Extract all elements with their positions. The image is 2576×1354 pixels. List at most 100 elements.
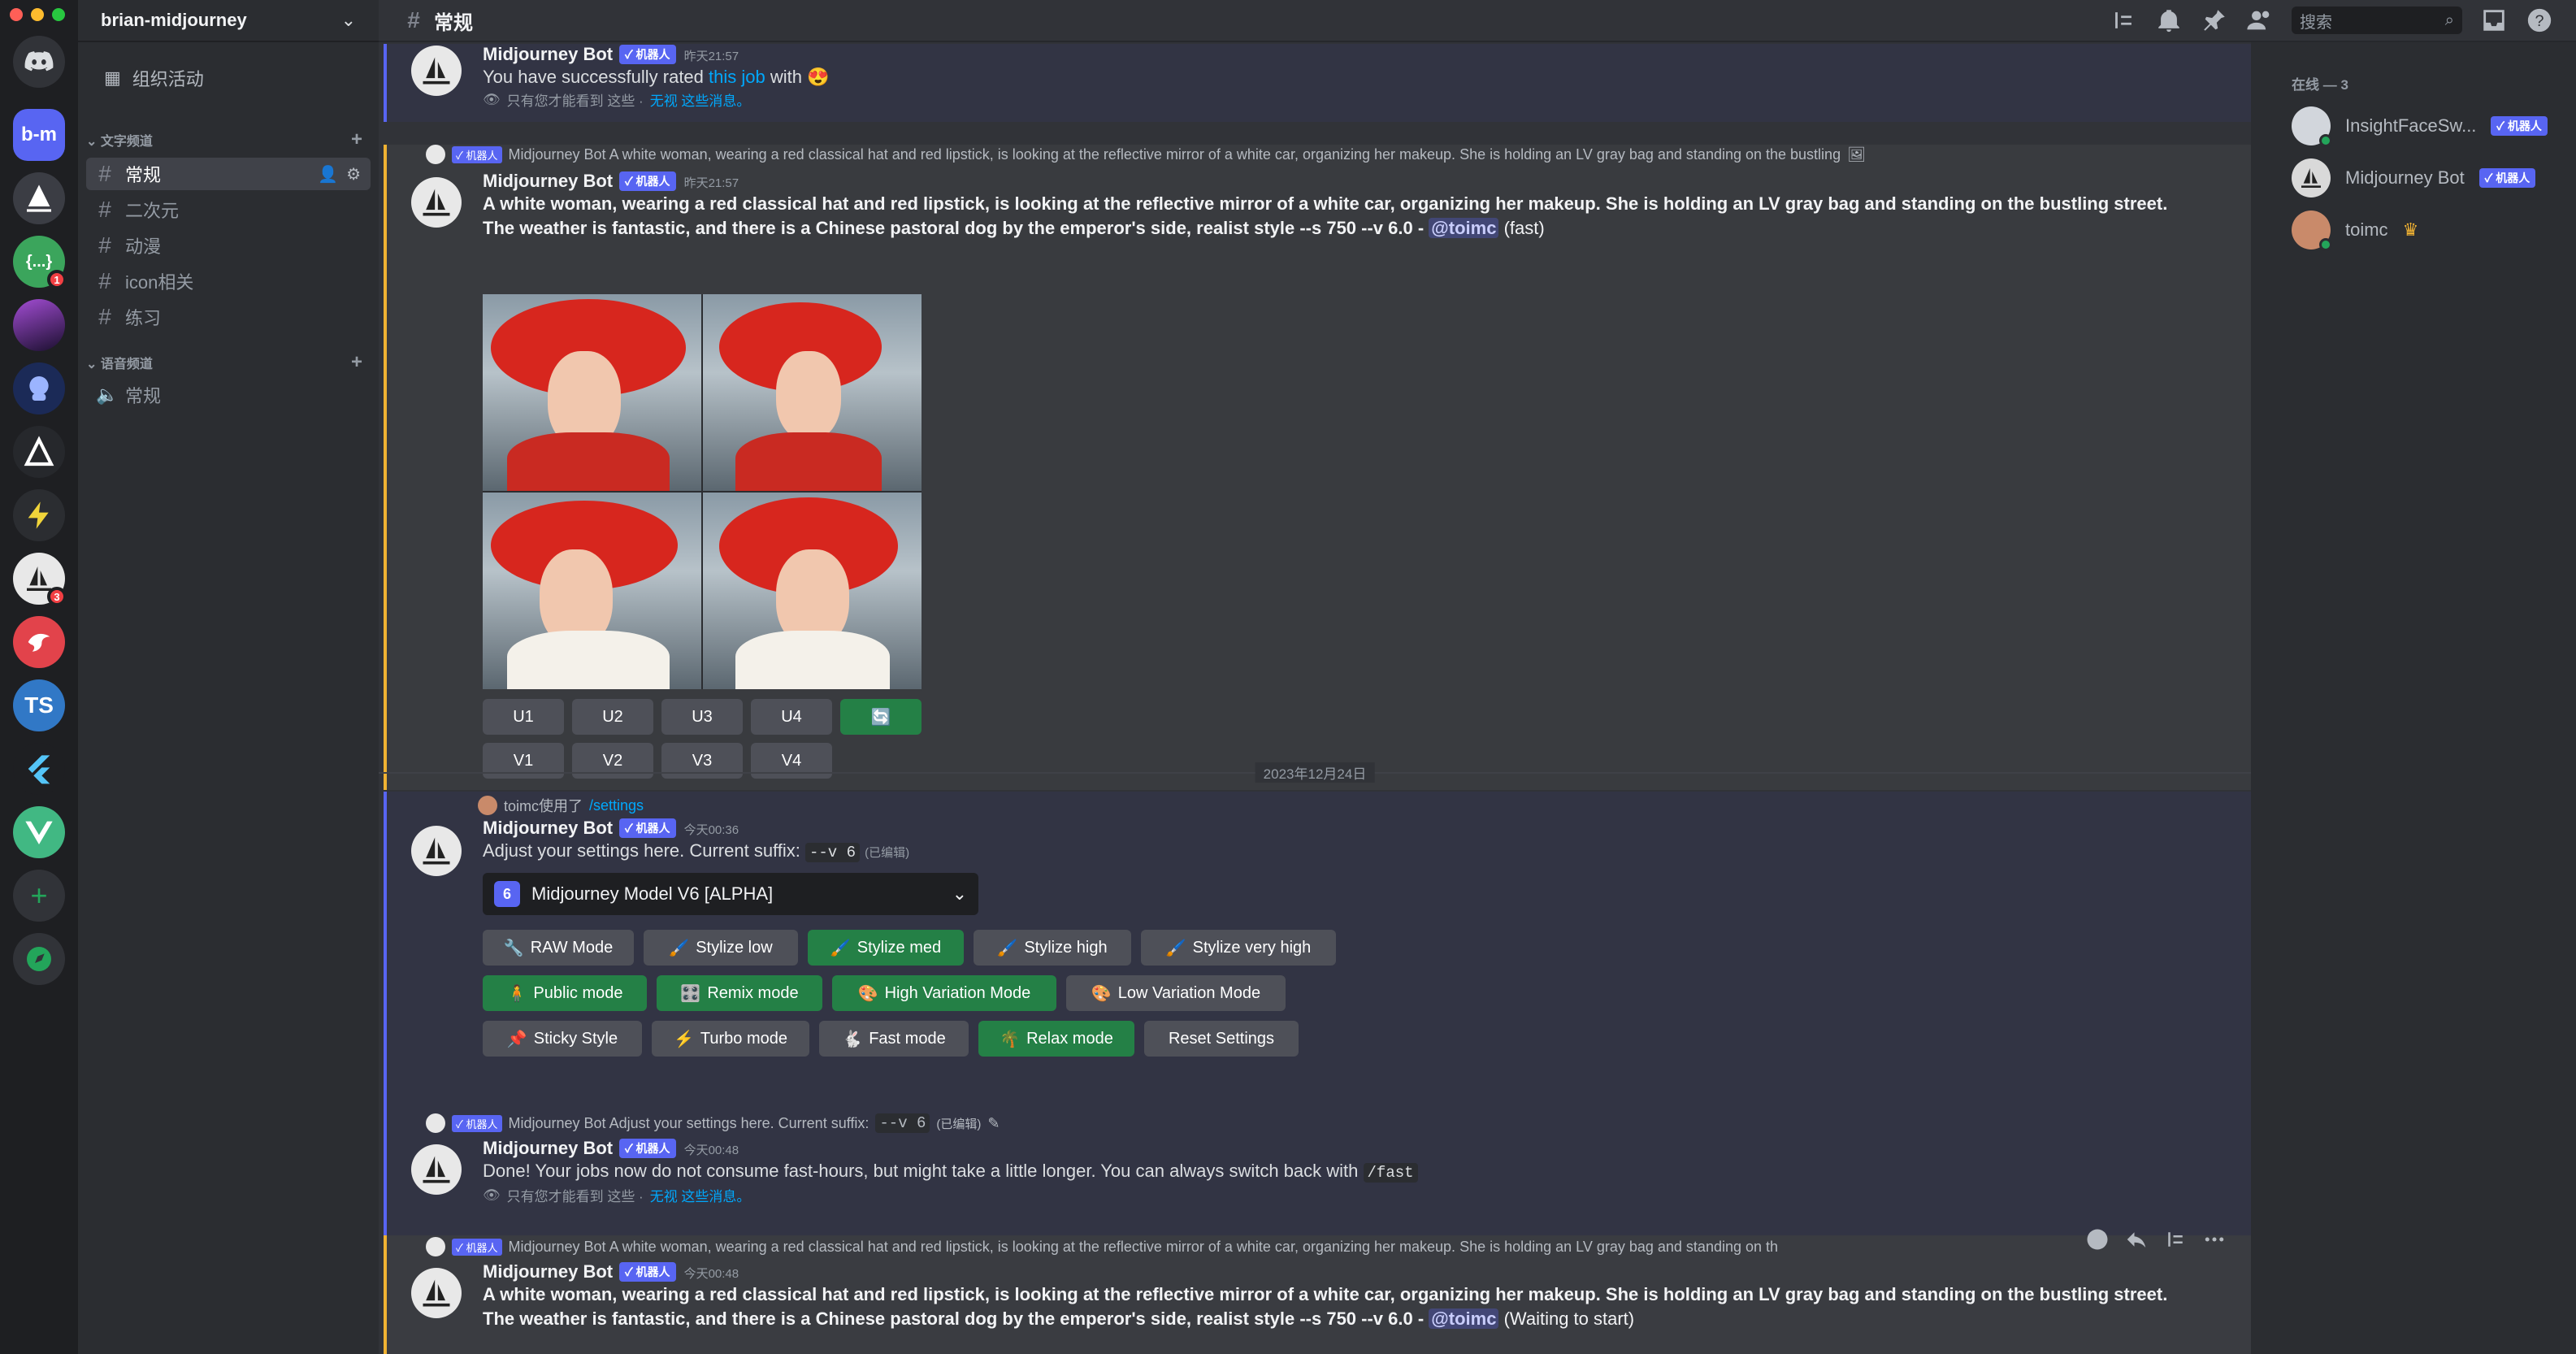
bot-avatar[interactable]	[411, 1268, 462, 1318]
message-content: You have successfully rated this job wit…	[483, 67, 830, 87]
reply-avatar	[426, 1113, 445, 1133]
job-link[interactable]: this job	[709, 67, 765, 87]
add-reaction-icon[interactable]	[2085, 1227, 2110, 1252]
reply-preview[interactable]: toimc使用了/settings	[478, 795, 2178, 816]
bell-icon[interactable]	[2155, 7, 2183, 34]
pin-icon[interactable]	[2201, 7, 2228, 34]
reset-settings-button[interactable]: Reset Settings	[1144, 1021, 1299, 1057]
ephemeral-note: 👁只有您才能看到 这些 · 无视 这些消息。	[483, 89, 2178, 110]
search-input[interactable]: 搜索 ⌕	[2292, 7, 2462, 34]
channel-practice[interactable]: # 练习	[86, 301, 371, 333]
help-icon[interactable]: ?	[2526, 7, 2553, 34]
stylize-high-button[interactable]: 🖌️ Stylize high	[974, 930, 1131, 966]
member-toimc[interactable]: toimc ♛	[2292, 204, 2576, 256]
reply-icon[interactable]	[2124, 1227, 2149, 1252]
add-channel-icon[interactable]: +	[351, 128, 362, 151]
stylize-very-high-button[interactable]: 🖌️ Stylize very high	[1141, 930, 1336, 966]
bot-avatar[interactable]	[411, 826, 462, 876]
server-header[interactable]: brian-midjourney ⌄	[78, 0, 379, 42]
raw-mode-button[interactable]: 🔧 RAW Mode	[483, 930, 634, 966]
reroll-button[interactable]: 🔄	[840, 699, 922, 735]
online-status	[2319, 238, 2332, 251]
author-name[interactable]: Midjourney Bot	[483, 1138, 613, 1158]
server-triangle-icon[interactable]	[13, 426, 65, 478]
close-window-button[interactable]	[10, 8, 23, 21]
reply-preview[interactable]: ✓ 机器人 Midjourney Bot A white woman, weari…	[426, 1237, 2129, 1256]
generated-image-4[interactable]	[703, 493, 922, 689]
model-select[interactable]: 6 Midjourney Model V6 [ALPHA] ⌄	[483, 873, 978, 915]
members-icon[interactable]	[2246, 7, 2274, 34]
gear-icon[interactable]: ⚙	[346, 164, 361, 184]
dismiss-link[interactable]: 无视 这些消息。	[650, 1185, 751, 1205]
create-thread-icon[interactable]	[2163, 1227, 2188, 1252]
brush-icon: 🖌️	[669, 939, 690, 957]
crown-icon: ♛	[2402, 219, 2419, 240]
server-bolt-icon[interactable]	[13, 489, 65, 541]
server-vue-icon[interactable]	[13, 806, 65, 858]
author-name[interactable]: Midjourney Bot	[483, 818, 613, 838]
generated-image-1[interactable]	[483, 294, 701, 491]
remix-mode-button[interactable]: 🎛️ Remix mode	[657, 975, 822, 1011]
channel-anime[interactable]: # 动漫	[86, 229, 371, 262]
channel-icon[interactable]: # icon相关	[86, 265, 371, 297]
voice-channel-general[interactable]: 🔈 常规	[86, 379, 371, 411]
inbox-icon[interactable]	[2480, 7, 2508, 34]
author-name[interactable]: Midjourney Bot	[483, 171, 613, 191]
bot-avatar[interactable]	[411, 177, 462, 228]
events-link[interactable]: ▦ 组织活动	[104, 65, 379, 91]
discord-home-icon[interactable]	[13, 36, 65, 88]
low-variation-mode-button[interactable]: 🎨 Low Variation Mode	[1066, 975, 1286, 1011]
more-icon[interactable]	[2202, 1227, 2227, 1252]
upscale-4-button[interactable]: U4	[751, 699, 832, 735]
user-mention[interactable]: @toimc	[1429, 218, 1499, 238]
add-server-icon[interactable]: +	[13, 870, 65, 922]
category-text-channels[interactable]: ⌄ 文字频道 +	[86, 128, 362, 151]
server-brian-midjourney-icon[interactable]: b-m	[13, 109, 65, 161]
channel-general[interactable]: # 常规 👤 ⚙	[86, 158, 371, 190]
invite-icon[interactable]: 👤	[318, 164, 338, 184]
author-name[interactable]: Midjourney Bot	[483, 1261, 613, 1282]
sticky-style-button[interactable]: 📌 Sticky Style	[483, 1021, 642, 1057]
reply-preview[interactable]: ✓ 机器人 Midjourney Bot A white woman, weari…	[426, 145, 2178, 164]
server-sailboat-icon[interactable]	[13, 172, 65, 224]
add-channel-icon[interactable]: +	[351, 351, 362, 374]
server-typescript-icon[interactable]: TS	[13, 679, 65, 731]
category-voice-channels[interactable]: ⌄ 语音频道 +	[86, 351, 362, 374]
high-variation-mode-button[interactable]: 🎨 High Variation Mode	[832, 975, 1056, 1011]
server-bird-icon[interactable]	[13, 616, 65, 668]
generated-image-3[interactable]	[483, 493, 701, 689]
search-icon: ⌕	[2444, 11, 2454, 29]
server-rail: b-m {...} 1 3 TS +	[0, 0, 78, 1354]
chevron-down-icon[interactable]: ⌄	[341, 10, 356, 31]
upscale-1-button[interactable]: U1	[483, 699, 564, 735]
server-planet-icon[interactable]	[13, 299, 65, 351]
maximize-window-button[interactable]	[52, 8, 65, 21]
server-alien-icon[interactable]	[13, 362, 65, 414]
stylize-med-button[interactable]: 🖌️ Stylize med	[808, 930, 964, 966]
generated-image-2[interactable]	[703, 294, 922, 491]
channel-anime2d[interactable]: # 二次元	[86, 193, 371, 226]
fast-mode-button[interactable]: 🐇 Fast mode	[819, 1021, 969, 1057]
server-bracket-wrapper[interactable]: {...} 1	[13, 236, 67, 289]
server-flutter-icon[interactable]	[13, 743, 65, 795]
explore-servers-icon[interactable]	[13, 933, 65, 985]
generated-image-grid[interactable]	[483, 294, 922, 689]
minimize-window-button[interactable]	[31, 8, 44, 21]
bot-avatar[interactable]	[411, 46, 462, 96]
user-mention[interactable]: @toimc	[1429, 1308, 1499, 1329]
relax-mode-button[interactable]: 🌴 Relax mode	[978, 1021, 1134, 1057]
dismiss-link[interactable]: 无视 这些消息。	[650, 89, 751, 110]
message-actions-bar	[2085, 1227, 2227, 1252]
server-midjourney-wrapper[interactable]: 3	[13, 553, 67, 606]
member-insightface[interactable]: InsightFaceSw... ✓ 机器人	[2292, 100, 2576, 152]
stylize-low-button[interactable]: 🖌️ Stylize low	[644, 930, 798, 966]
turbo-mode-button[interactable]: ⚡ Turbo mode	[652, 1021, 809, 1057]
public-mode-button[interactable]: 🧍 Public mode	[483, 975, 647, 1011]
upscale-3-button[interactable]: U3	[661, 699, 743, 735]
reply-preview[interactable]: ✓ 机器人 Midjourney Bot Adjust your settings…	[426, 1113, 2178, 1133]
bot-avatar[interactable]	[411, 1144, 462, 1195]
threads-icon[interactable]	[2110, 7, 2137, 34]
member-midjourney-bot[interactable]: Midjourney Bot ✓ 机器人	[2292, 152, 2576, 204]
author-name[interactable]: Midjourney Bot	[483, 44, 613, 64]
upscale-2-button[interactable]: U2	[572, 699, 653, 735]
